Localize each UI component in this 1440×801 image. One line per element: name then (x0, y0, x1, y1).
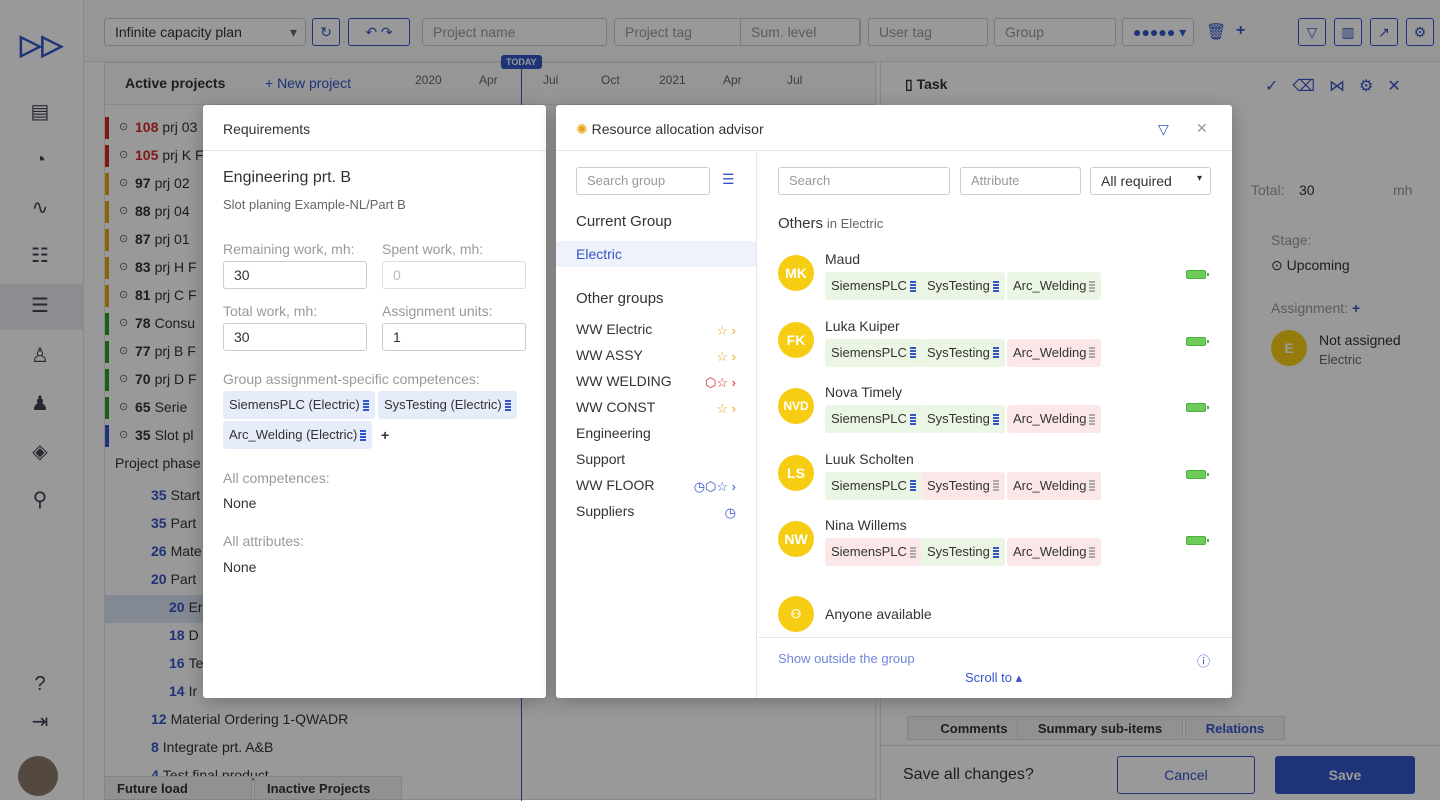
resource-advisor-dialog: ✺ Resource allocation advisor ▽ ✕ Search… (556, 105, 1232, 698)
level-icon (909, 347, 916, 360)
level-icon (992, 347, 999, 360)
total-work-input[interactable]: 30 (223, 323, 367, 351)
anyone-available-icon[interactable]: ⚇ (778, 595, 814, 632)
requirements-title: Requirements (223, 121, 311, 137)
resource-name[interactable]: Nova Timely (825, 384, 902, 400)
level-icon (362, 399, 369, 412)
resource-name[interactable]: Nina Willems (825, 517, 907, 533)
resource-avatar: MK (778, 255, 814, 291)
level-icon (992, 546, 999, 559)
level-icon (1089, 546, 1096, 559)
availability-battery-icon (1186, 336, 1209, 346)
assignment-units-input[interactable]: 1 (382, 323, 526, 351)
group-item[interactable]: Support (576, 451, 625, 467)
skill-chip: Arc_Welding (1007, 338, 1102, 367)
group-status-icons: ◷ (724, 505, 736, 520)
availability-battery-icon (1186, 270, 1209, 279)
skill-chip: SysTesting (921, 338, 1005, 367)
resource-name[interactable]: Luuk Scholten (825, 451, 914, 467)
level-icon (360, 429, 367, 442)
lightbulb-icon: ✺ (576, 121, 588, 137)
group-item[interactable]: Engineering (576, 425, 651, 441)
skill-chip: SysTesting (921, 405, 1005, 433)
level-icon (909, 480, 916, 493)
skill-chip: Arc_Welding (1007, 405, 1102, 433)
level-icon (909, 546, 916, 559)
competence-chip[interactable]: SiemensPLC (Electric) (223, 391, 375, 419)
scroll-to-link[interactable]: Scroll to ▴ (965, 670, 1022, 686)
all-attributes-label: All attributes: (223, 533, 304, 549)
skill-chip: Arc_Welding (1007, 471, 1102, 500)
group-item[interactable]: WW CONST (576, 399, 655, 415)
assignment-units-label: Assignment units: (382, 303, 493, 319)
skill-chip: Arc_Welding (1007, 272, 1102, 300)
other-groups-label: Other groups (576, 290, 664, 307)
group-item[interactable]: Suppliers (576, 503, 634, 519)
task-name: Engineering prt. B (223, 169, 352, 186)
requirements-dialog: Requirements Engineering prt. B Slot pla… (203, 105, 546, 698)
skill-chip: SysTesting (921, 471, 1005, 500)
availability-battery-icon (1186, 536, 1209, 545)
level-icon (1089, 413, 1096, 426)
skill-chip: SiemensPLC (825, 471, 922, 500)
task-path: Slot planing Example-NL/Part B (223, 197, 406, 212)
spent-work-input: 0 (382, 261, 526, 289)
group-status-icons: ☆ › (716, 323, 736, 338)
group-status-icons: ☆ › (716, 349, 736, 364)
competence-chip[interactable]: Arc_Welding (Electric) (223, 421, 373, 449)
requirements-header: Requirements (203, 105, 546, 151)
skill-chip: SiemensPLC (825, 272, 922, 300)
group-item[interactable]: WW ASSY (576, 347, 643, 363)
availability-battery-icon (1186, 469, 1209, 479)
show-outside-group-link[interactable]: Show outside the group (778, 651, 915, 666)
level-icon (1089, 280, 1096, 293)
level-icon (1089, 347, 1096, 360)
skill-chip: SiemensPLC (825, 538, 922, 566)
add-competence-icon[interactable]: + (381, 427, 389, 443)
advisor-title: ✺ Resource allocation advisor (576, 121, 764, 137)
resource-avatar: LS (778, 454, 814, 491)
skill-chip: SiemensPLC (825, 338, 922, 367)
skill-chip: SysTesting (921, 538, 1005, 566)
group-status-icons: ◷⬡☆ › (693, 479, 736, 494)
all-competences-label: All competences: (223, 470, 330, 486)
spent-work-label: Spent work, mh: (382, 241, 484, 257)
skill-chip: Arc_Welding (1007, 538, 1102, 566)
resource-avatar: NW (778, 521, 814, 557)
resource-avatar: FK (778, 321, 814, 358)
level-icon (992, 480, 999, 493)
availability-battery-icon (1186, 403, 1209, 412)
divider (758, 637, 1232, 638)
level-icon (992, 280, 999, 293)
group-status-icons: ⬡☆ › (705, 375, 736, 390)
level-icon (992, 413, 999, 426)
level-icon (504, 399, 511, 412)
resource-avatar: NVD (778, 388, 814, 424)
current-group-label: Current Group (576, 213, 672, 230)
group-item[interactable]: WW Electric (576, 321, 652, 337)
all-competences-value: None (223, 495, 257, 511)
all-attributes-value: None (223, 559, 257, 575)
resource-name[interactable]: Luka Kuiper (825, 318, 900, 334)
competence-chip[interactable]: SysTesting (Electric) (378, 391, 517, 419)
level-icon (909, 413, 916, 426)
level-icon (909, 280, 916, 293)
sort-icon[interactable]: ☰ (722, 171, 735, 188)
anyone-available-label[interactable]: Anyone available (825, 606, 932, 622)
remaining-work-input[interactable]: 30 (223, 261, 367, 289)
current-group-value: Electric (576, 246, 622, 262)
search-group-input[interactable]: Search group (576, 167, 710, 195)
level-icon (1089, 480, 1096, 493)
skill-chip: SiemensPLC (825, 405, 922, 433)
group-competences-label: Group assignment-specific competences: (223, 371, 480, 387)
remaining-work-label: Remaining work, mh: (223, 241, 355, 257)
total-work-label: Total work, mh: (223, 303, 318, 319)
group-status-icons: ☆ › (716, 401, 736, 416)
group-item[interactable]: WW FLOOR (576, 477, 655, 493)
skill-chip: SysTesting (921, 272, 1005, 300)
info-icon[interactable]: ⓘ (1197, 651, 1210, 670)
resource-name[interactable]: Maud (825, 251, 860, 267)
